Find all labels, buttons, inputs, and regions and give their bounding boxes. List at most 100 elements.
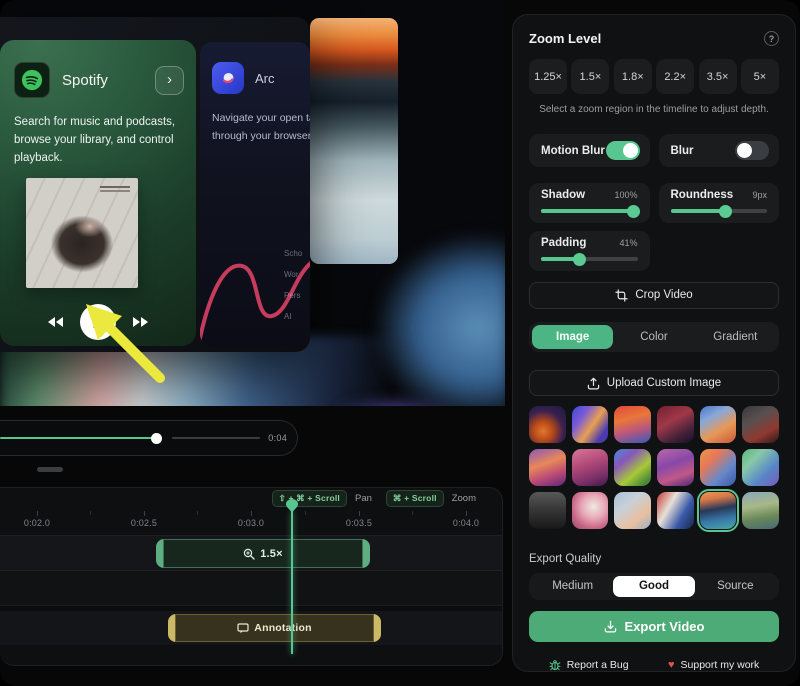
roundness-label: Roundness [671,189,734,201]
blur-card: Blur [659,134,780,167]
motion-blur-toggle[interactable] [606,141,640,160]
wallpaper-thumb-7[interactable] [529,449,566,486]
scrubber-track[interactable] [0,437,260,439]
annotation-arrow[interactable] [78,302,173,392]
playback-scrubber[interactable]: 0:04 [0,420,298,456]
playhead[interactable] [291,511,293,654]
zoom-track[interactable]: 1.5× [0,536,502,571]
wallpaper-grid [529,406,779,528]
zoom-option-3-5x[interactable]: 3.5× [699,59,737,94]
annotation-segment[interactable]: Annotation [168,614,381,642]
zoom-option-2-2x[interactable]: 2.2× [656,59,694,94]
roundness-slider-knob[interactable] [719,205,732,218]
wallpaper-thumb-4[interactable] [657,406,694,443]
zoom-shortcut-badge: ⌘ + Scroll [386,490,444,507]
playhead-handle-icon [286,499,298,513]
duration-label: 0:04 [268,433,287,443]
wallpaper-thumb-10[interactable] [657,449,694,486]
heart-icon: ♥ [668,659,675,671]
timeline-ruler[interactable]: 0:02.0 0:02.5 0:03.0 0:03.5 0:04.0 [0,509,502,536]
scrubber-handle[interactable] [151,433,162,444]
pan-label: Pan [355,493,372,504]
padding-slider[interactable] [541,257,638,261]
quality-good[interactable]: Good [613,576,694,598]
zoom-segment[interactable]: 1.5× [156,539,370,568]
report-bug-link[interactable]: Report a Bug [549,659,629,671]
wallpaper-thumb-2[interactable] [572,406,609,443]
pan-shortcut-badge: ⇧ + ⌘ + Scroll [272,490,347,507]
wallpaper-thumb-5[interactable] [700,406,737,443]
wallpaper-thumb-17[interactable] [700,492,737,529]
chevron-right-icon: › [155,66,184,95]
spotify-logo-icon [21,69,43,91]
ruler-label: 0:03.5 [337,518,381,528]
video-track[interactable] [0,571,502,606]
shadow-slider-knob[interactable] [627,205,640,218]
zoom-option-1-8x[interactable]: 1.8× [614,59,652,94]
blur-label: Blur [671,145,694,157]
recorded-ocean-image [310,18,398,264]
export-video-button[interactable]: Export Video [529,611,779,642]
album-art [26,178,138,288]
zoom-hint-text: Select a zoom region in the timeline to … [529,104,779,115]
ruler-label: 0:02.5 [122,518,166,528]
tab-color[interactable]: Color [613,325,694,349]
wallpaper-thumb-6[interactable] [742,406,779,443]
export-quality-segmented: Medium Good Source [529,573,779,601]
spotify-app-icon [14,62,50,98]
wallpaper-thumb-15[interactable] [614,492,651,529]
annotation-segment-label: Annotation [254,622,311,634]
crop-icon [615,289,628,302]
wallpaper-thumb-14[interactable] [572,492,609,529]
scrubber-progress [0,437,156,439]
panel-resize-handle[interactable] [37,467,63,472]
shadow-slider-card: Shadow 100% [529,183,650,223]
spotify-description: Search for music and podcasts, browse yo… [14,114,186,167]
wallpaper-thumb-8[interactable] [572,449,609,486]
tab-image[interactable]: Image [532,325,613,349]
sidebar-list-item: AI [284,312,310,321]
support-link[interactable]: ♥ Support my work [668,659,759,671]
scrubber-remaining [172,437,260,439]
zoom-option-5x[interactable]: 5× [741,59,779,94]
quality-medium[interactable]: Medium [532,576,613,598]
roundness-slider-card: Roundness 9px [659,183,780,223]
zoom-option-1-5x[interactable]: 1.5× [571,59,609,94]
settings-panel: Zoom Level ? 1.25× 1.5× 1.8× 2.2× 3.5× 5… [512,14,796,672]
padding-value: 41% [619,238,637,248]
arc-title: Arc [255,71,275,86]
wallpaper-thumb-11[interactable] [700,449,737,486]
export-quality-label: Export Quality [529,553,779,565]
padding-slider-knob[interactable] [573,253,586,266]
roundness-slider[interactable] [671,209,768,213]
wallpaper-purple-glow [330,395,460,406]
background-type-tabs: Image Color Gradient [529,322,779,352]
wallpaper-thumb-1[interactable] [529,406,566,443]
zoom-option-1-25x[interactable]: 1.25× [529,59,567,94]
wallpaper-thumb-18[interactable] [742,492,779,529]
wallpaper-thumb-13[interactable] [529,492,566,529]
blur-toggle[interactable] [735,141,769,160]
tab-gradient[interactable]: Gradient [695,325,776,349]
zoom-level-options: 1.25× 1.5× 1.8× 2.2× 3.5× 5× [529,59,779,94]
wallpaper-thumb-9[interactable] [614,449,651,486]
timeline-shortcuts: ⇧ + ⌘ + Scroll Pan ⌘ + Scroll Zoom [0,488,502,509]
padding-label: Padding [541,237,586,249]
shadow-label: Shadow [541,189,585,201]
help-icon[interactable]: ? [764,31,779,46]
shadow-slider[interactable] [541,209,638,213]
upload-custom-image-button[interactable]: Upload Custom Image [529,370,779,397]
wallpaper-thumb-16[interactable] [657,492,694,529]
crop-video-button[interactable]: Crop Video [529,282,779,309]
quality-source[interactable]: Source [695,576,776,598]
sidebar-list-item: Scho [284,249,310,258]
video-preview-canvas[interactable]: Spotify › Search for music and podcasts,… [0,0,505,406]
motion-blur-card: Motion Blur [529,134,650,167]
wallpaper-thumb-3[interactable] [614,406,651,443]
download-icon [604,620,617,633]
motion-blur-label: Motion Blur [541,145,605,157]
magnifier-plus-icon [243,548,255,560]
annotation-track[interactable]: Annotation [0,611,502,645]
wallpaper-thumb-12[interactable] [742,449,779,486]
recorded-sidebar-list: Scho Wor Pers AI [284,249,310,321]
